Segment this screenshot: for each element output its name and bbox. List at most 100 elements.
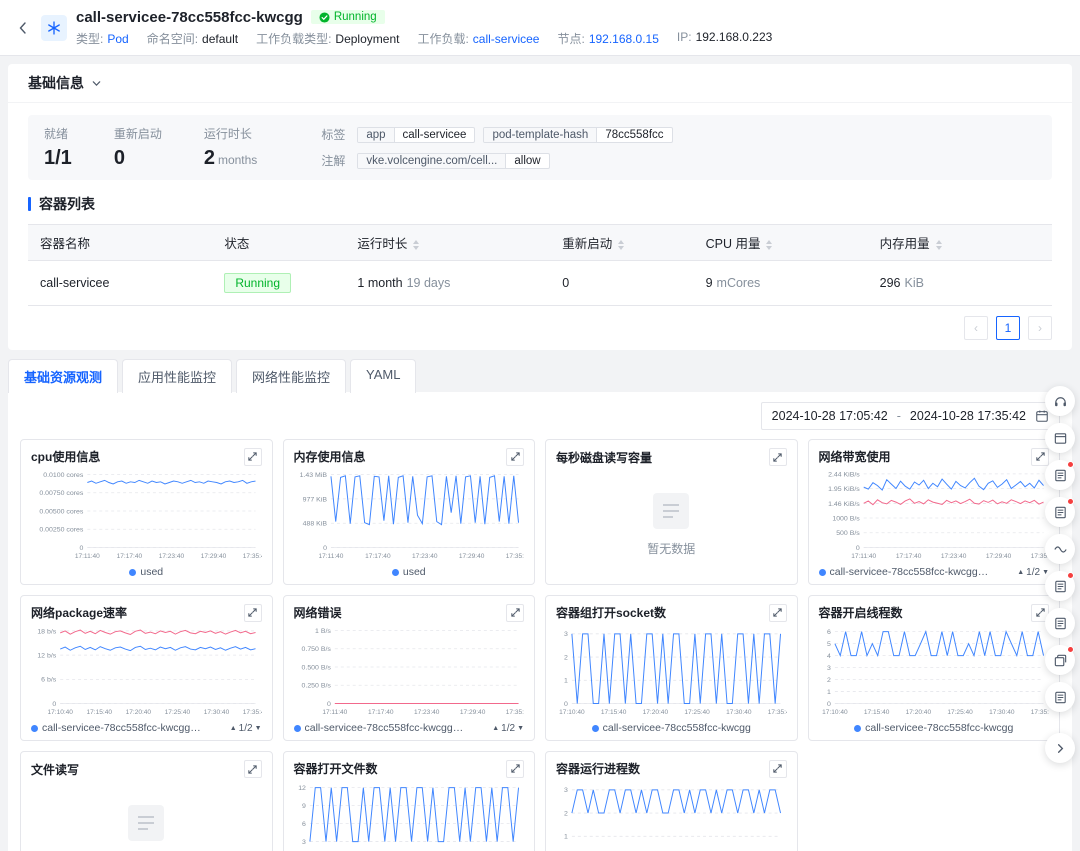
expand-chart-button[interactable] [506, 760, 524, 778]
legend-items: call-servicee-78cc558fcc-kwcgg [854, 722, 1013, 734]
svg-text:1.46 KiB/s: 1.46 KiB/s [828, 501, 860, 508]
column-header[interactable]: 重新启动 [550, 225, 693, 261]
legend-item[interactable]: used [392, 566, 426, 578]
column-header: 容器名称 [28, 225, 212, 261]
tab-basic-resources[interactable]: 基础资源观测 [8, 359, 118, 393]
resources-icon[interactable] [1045, 645, 1075, 675]
svg-text:17:15:40: 17:15:40 [87, 710, 113, 717]
legend-dot-icon [592, 725, 599, 732]
svg-text:17:11:40: 17:11:40 [318, 554, 343, 561]
legend-pager-count: 1/2 [501, 723, 515, 734]
date-start: 2024-10-28 17:05:42 [772, 409, 888, 423]
meta-label: 工作负载: [417, 32, 468, 46]
quick-panel-icon[interactable] [1045, 423, 1075, 453]
tag-chip: pod-template-hash78cc558fcc [483, 127, 672, 143]
svg-text:1 B/s: 1 B/s [315, 628, 331, 635]
chart-title: cpu使用信息 [31, 448, 100, 465]
legend-prev-icon[interactable]: ▲ [230, 725, 237, 732]
expand-chart-button[interactable] [244, 760, 262, 778]
legend-dot-icon [294, 725, 301, 732]
legend-item[interactable]: call-servicee-78cc558fcc-kwcgg-i... [819, 566, 990, 578]
floating-toolbar [1045, 386, 1075, 763]
legend-item[interactable]: call-servicee-78cc558fcc-kwcgg-i... [294, 722, 465, 734]
meta-value[interactable]: 192.168.0.15 [589, 32, 659, 46]
back-button[interactable] [14, 19, 32, 37]
svg-text:17:30:40: 17:30:40 [726, 710, 752, 717]
date-end: 2024-10-28 17:35:42 [910, 409, 1026, 423]
column-header[interactable]: CPU 用量 [694, 225, 868, 261]
chart-card: 容器开启线程数654321017:10:4017:15:4017:20:4017… [808, 595, 1061, 741]
docs-icon[interactable] [1045, 608, 1075, 638]
expand-chart-button[interactable] [244, 604, 262, 622]
sort-icon[interactable] [936, 240, 942, 250]
next-page-button[interactable]: › [1028, 316, 1052, 340]
chart-plot: 1.43 MiB977 KiB488 KiB017:11:4017:17:401… [294, 466, 525, 564]
tab-bar: 基础资源观测应用性能监控网络性能监控YAML [8, 358, 1072, 392]
no-data-text: 暂无数据 [647, 540, 695, 557]
sort-icon[interactable] [766, 240, 772, 250]
meta-value[interactable]: call-servicee [473, 32, 540, 46]
chevron-right-icon[interactable] [1045, 733, 1075, 763]
column-label: CPU 用量 [706, 237, 761, 251]
stat-label: 运行时长 [204, 125, 257, 142]
tab-yaml[interactable]: YAML [350, 359, 416, 393]
legend-label: call-servicee-78cc558fcc-kwcgg-i... [830, 566, 990, 578]
tab-app-performance[interactable]: 应用性能监控 [122, 359, 232, 393]
expand-chart-button[interactable] [506, 604, 524, 622]
chart-card-header: 容器运行进程数 [556, 759, 787, 778]
expand-chart-button[interactable] [769, 448, 787, 466]
tag-key: pod-template-hash [484, 128, 597, 142]
legend-prev-icon[interactable]: ▲ [492, 725, 499, 732]
expand-chart-button[interactable] [244, 448, 262, 466]
column-header[interactable]: 内存用量 [868, 225, 1052, 261]
message-icon[interactable] [1045, 571, 1075, 601]
legend-item[interactable]: used [129, 566, 163, 578]
feedback-icon[interactable] [1045, 534, 1075, 564]
chart-title: 容器打开文件数 [294, 760, 378, 777]
monitor-panel: 2024-10-28 17:05:42 - 2024-10-28 17:35:4… [8, 392, 1072, 851]
legend-item[interactable]: call-servicee-78cc558fcc-kwcgg [854, 722, 1013, 734]
legend-item[interactable]: call-servicee-78cc558fcc-kwcgg-i... [31, 722, 202, 734]
stat-value: 1/1 [44, 147, 72, 170]
info-strip: 就绪1/1重新启动0运行时长2months 标签appcall-servicee… [28, 115, 1052, 180]
legend-next-icon[interactable]: ▼ [517, 725, 524, 732]
prev-page-button[interactable]: ‹ [964, 316, 988, 340]
date-range-picker[interactable]: 2024-10-28 17:05:42 - 2024-10-28 17:35:4… [761, 402, 1060, 430]
pod-stat: 就绪1/1 [44, 125, 72, 170]
legend-label: used [403, 566, 426, 578]
support-icon[interactable] [1045, 386, 1075, 416]
column-header[interactable]: 运行时长 [345, 225, 550, 261]
sort-icon[interactable] [618, 240, 624, 250]
expand-chart-button[interactable] [769, 760, 787, 778]
chart-legend: used [31, 564, 262, 580]
table-header-row: 容器名称状态运行时长重新启动CPU 用量内存用量 [28, 225, 1052, 261]
expand-chart-button[interactable] [769, 604, 787, 622]
survey-icon[interactable] [1045, 497, 1075, 527]
pod-stats: 就绪1/1重新启动0运行时长2months [44, 125, 257, 170]
chart-legend: call-servicee-78cc558fcc-kwcgg [556, 720, 787, 736]
expand-icon [247, 451, 258, 462]
expand-chart-button[interactable] [506, 448, 524, 466]
legend-next-icon[interactable]: ▼ [255, 725, 262, 732]
tab-network-performance[interactable]: 网络性能监控 [236, 359, 346, 393]
basic-info-header[interactable]: 基础信息 [8, 64, 1072, 103]
stat-value: 0 [114, 147, 162, 170]
chart-plot: 1 B/s0.750 B/s0.500 B/s0.250 B/s017:11:4… [294, 622, 525, 720]
meta-value[interactable]: Pod [107, 32, 128, 46]
svg-text:3: 3 [564, 788, 568, 795]
legend-item[interactable]: call-servicee-78cc558fcc-kwcgg [592, 722, 751, 734]
section-accent-bar [28, 197, 31, 211]
svg-text:17:25:40: 17:25:40 [165, 710, 191, 717]
cell-value: 296 [880, 276, 901, 290]
legend-prev-icon[interactable]: ▲ [1017, 569, 1024, 576]
no-data-icon [124, 803, 168, 846]
column-label: 运行时长 [357, 237, 407, 251]
svg-text:17:15:40: 17:15:40 [863, 710, 889, 717]
sort-icon[interactable] [413, 240, 419, 250]
ticket-icon[interactable] [1045, 460, 1075, 490]
back-icon [16, 21, 30, 35]
chart-title: 每秒磁盘读写容量 [556, 449, 652, 466]
svg-text:0: 0 [326, 701, 330, 708]
current-page-button[interactable]: 1 [996, 316, 1020, 340]
guide-icon[interactable] [1045, 682, 1075, 712]
